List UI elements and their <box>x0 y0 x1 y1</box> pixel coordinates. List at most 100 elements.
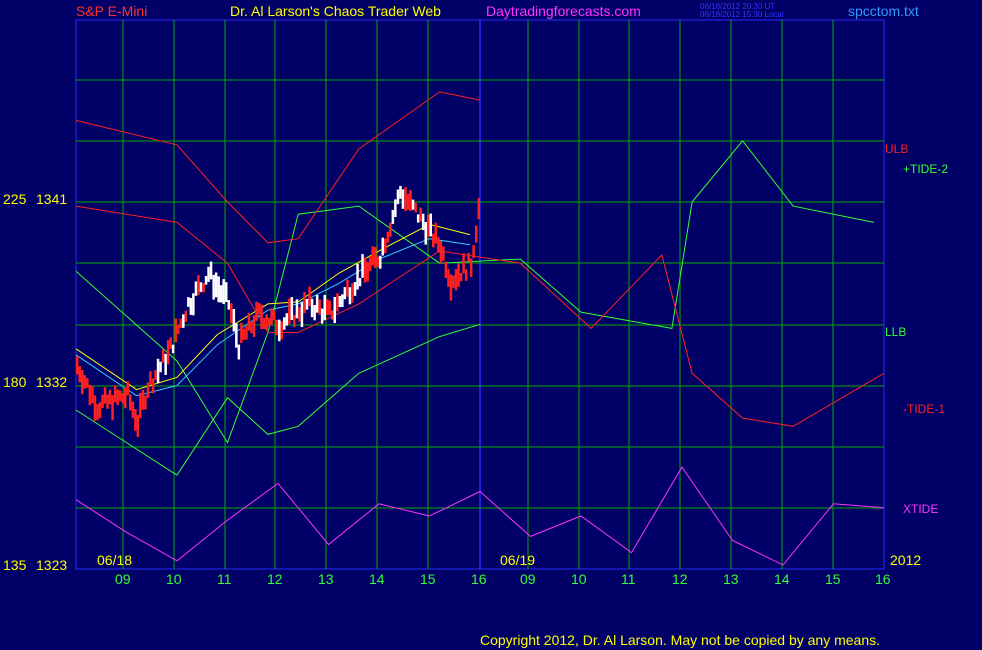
price-bar-50 <box>202 283 205 293</box>
price-bar-16 <box>116 389 119 406</box>
price-bar-41 <box>179 318 182 328</box>
y-label-price-1: 1332 <box>36 374 68 390</box>
price-bar-117 <box>371 246 374 266</box>
price-bar-128 <box>399 186 402 199</box>
price-bar-155 <box>467 252 470 262</box>
price-bar-138 <box>424 222 427 245</box>
price-bar-21 <box>129 394 132 411</box>
price-bar-92 <box>308 286 311 306</box>
price-bar-38 <box>171 344 175 354</box>
price-bar-67 <box>245 325 248 340</box>
price-bar-33 <box>159 361 162 373</box>
price-bar-123 <box>386 231 390 243</box>
price-bar-2 <box>81 370 84 395</box>
x-tick-1: 10 <box>166 571 182 587</box>
price-bar-30 <box>151 378 155 394</box>
price-bar-120 <box>379 255 382 269</box>
price-bar-132 <box>409 190 412 211</box>
x-tick-14: 15 <box>825 571 841 587</box>
price-bar-13 <box>108 389 112 405</box>
y-label-price-2: 1323 <box>36 557 68 573</box>
x-tick-9: 10 <box>571 571 587 587</box>
price-bar-29 <box>149 371 152 385</box>
price-bar-113 <box>361 254 364 278</box>
price-bar-36 <box>166 340 170 365</box>
price-bar-108 <box>348 287 352 305</box>
price-bar-26 <box>141 389 145 410</box>
price-bar-122 <box>384 238 387 254</box>
price-bar-77 <box>270 308 273 325</box>
stamp-local: 06/18/2012 15:30 Local <box>700 10 784 19</box>
page-title: Dr. Al Larson's Chaos Trader Web <box>230 3 441 19</box>
price-bar-153 <box>462 253 465 274</box>
price-bar-131 <box>406 193 410 210</box>
price-bar-66 <box>242 328 246 340</box>
copyright: Copyright 2012, Dr. Al Larson. May not b… <box>480 632 881 648</box>
price-bar-139 <box>427 214 430 237</box>
price-bar-93 <box>310 298 314 318</box>
price-bar-62 <box>232 309 236 332</box>
legend-tide-1: -TIDE-1 <box>903 402 945 416</box>
price-bar-51 <box>204 276 208 285</box>
price-bar-134 <box>414 202 417 213</box>
price-bar-84 <box>288 298 291 325</box>
chaos-chart <box>75 19 885 570</box>
x-tick-5: 14 <box>369 571 385 587</box>
price-bar-73 <box>260 304 263 330</box>
legend-llb: LLB <box>885 325 907 339</box>
ma-yellow <box>75 223 471 391</box>
price-bar-70 <box>252 315 256 337</box>
price-bar-3 <box>83 375 87 389</box>
price-bar-152 <box>459 273 463 282</box>
price-bar-52 <box>207 266 210 282</box>
price-bar-35 <box>164 353 167 375</box>
price-bar-89 <box>300 302 304 328</box>
price-bar-57 <box>219 285 223 303</box>
price-bar-85 <box>290 297 294 320</box>
date-label-2: 2012 <box>890 552 922 568</box>
price-bar-159 <box>477 198 480 220</box>
price-bar-81 <box>280 321 283 340</box>
price-bar-6 <box>91 386 94 404</box>
price-bar-102 <box>333 297 336 324</box>
price-bar-135 <box>416 214 420 223</box>
price-bar-149 <box>452 275 455 288</box>
price-bar-55 <box>214 272 218 298</box>
price-bar-43 <box>184 310 188 322</box>
price-bar-11 <box>103 387 107 404</box>
price-bar-45 <box>189 298 193 315</box>
price-bar-76 <box>267 317 271 327</box>
price-bar-28 <box>146 382 150 398</box>
date-label-1: 06/19 <box>500 552 536 568</box>
price-bar-61 <box>230 303 233 324</box>
price-bar-158 <box>475 225 478 243</box>
y-label-tide-1: 180 <box>3 374 27 390</box>
legend-tide-2: +TIDE-2 <box>903 162 949 176</box>
price-bar-140 <box>429 213 432 237</box>
price-bar-19 <box>124 387 127 409</box>
x-tick-15: 16 <box>875 571 891 587</box>
price-bar-101 <box>331 310 334 320</box>
price-bar-25 <box>139 392 142 418</box>
legend-ulb: ULB <box>885 142 909 156</box>
price-bar-59 <box>225 282 228 302</box>
y-label-price-0: 1341 <box>36 191 68 207</box>
price-bar-95 <box>315 294 319 313</box>
price-bar-53 <box>209 261 213 280</box>
price-bar-63 <box>235 323 238 348</box>
price-bar-99 <box>326 298 329 316</box>
date-label-0: 06/18 <box>97 552 133 568</box>
price-bar-106 <box>343 287 347 300</box>
x-tick-8: 09 <box>520 571 536 587</box>
price-bar-37 <box>169 337 172 349</box>
price-bar-74 <box>262 317 266 329</box>
price-bar-68 <box>247 313 251 331</box>
price-bar-40 <box>177 325 180 335</box>
price-bar-157 <box>472 245 475 258</box>
price-bar-1 <box>78 366 81 383</box>
price-bar-5 <box>88 384 92 406</box>
price-bar-80 <box>278 319 281 342</box>
price-bar-82 <box>283 317 286 330</box>
price-bar-4 <box>86 378 89 388</box>
price-bar-15 <box>113 385 117 403</box>
